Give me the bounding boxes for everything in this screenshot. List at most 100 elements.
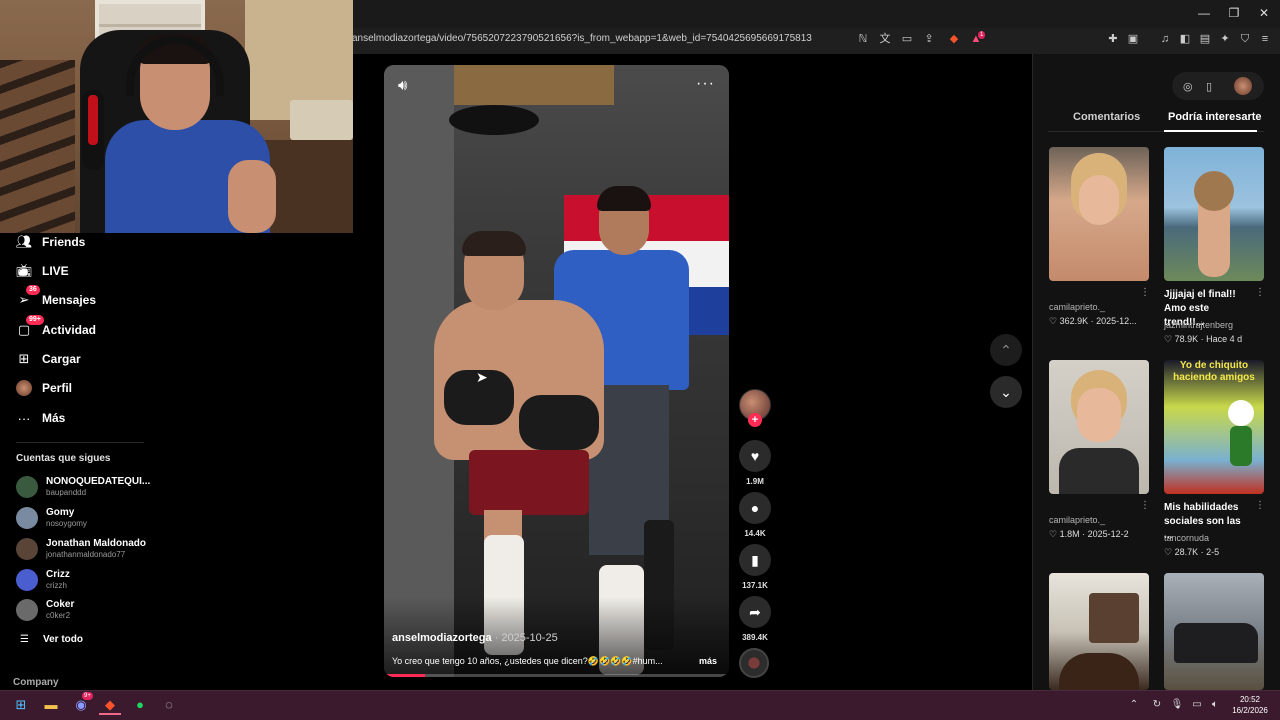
close-icon[interactable]: ✕ (1256, 6, 1272, 20)
video-player[interactable]: 🔊︎ ··· anselmodiazortega · 2025-10-25 Yo… (384, 65, 729, 677)
card-meta: ♡ 78.9K · Hace 4 d (1164, 334, 1243, 344)
card-likes: 78.9K (1174, 334, 1199, 344)
sidebar-item-perfil[interactable]: Perfil (16, 378, 72, 398)
card-username[interactable]: camilaprieto._ (1049, 515, 1105, 525)
thumbnail-overlay-text: Yo de chiquito haciendo amigos (1173, 360, 1255, 383)
mic-icon[interactable]: 🎙︎ (1168, 697, 1186, 713)
leo-ai-icon[interactable]: ✦ (1218, 32, 1232, 46)
sidebar-item-mensajes[interactable]: ➢ 36 Mensajes (16, 285, 96, 310)
card-more-icon[interactable]: ⋮ (1255, 500, 1265, 511)
app-icon[interactable]: ◌ (160, 697, 178, 713)
card-time: 2025-12... (1096, 316, 1137, 326)
video-thumbnail[interactable] (1049, 573, 1149, 690)
share-icon[interactable]: ⇪ (922, 32, 936, 46)
cast-icon[interactable]: ▭ (900, 32, 914, 46)
minimize-icon[interactable]: — (1196, 6, 1212, 20)
sync-icon[interactable]: ↻ (1148, 697, 1166, 713)
card-more-icon[interactable]: ⋮ (1140, 287, 1150, 298)
address-bar[interactable]: anselmodiazortega/video/7565207223790521… (352, 30, 992, 50)
messages-badge: 36 (26, 285, 40, 295)
following-account[interactable]: Crizz crizzh (16, 567, 70, 593)
heart-icon: ♥ (750, 448, 760, 464)
share-count: 389.4K (742, 633, 768, 642)
extensions-icon[interactable]: ✚ (1106, 32, 1120, 46)
video-progress-bar[interactable] (384, 674, 729, 677)
card-likes: 1.8M (1059, 529, 1080, 539)
see-all-link[interactable]: ☰ Ver todo (20, 634, 83, 645)
taskbar-clock[interactable]: 20:52 16/2/2026 (1226, 694, 1274, 716)
sidebar-item-label: Actividad (42, 323, 97, 337)
card-likes: 28.7K (1174, 547, 1199, 557)
card-time: Hace 4 d (1206, 334, 1243, 344)
vpn-icon[interactable]: ⛉ (1238, 32, 1252, 46)
sidebar-item-mas[interactable]: ··· Más (16, 408, 66, 428)
sidebar-item-actividad[interactable]: ▢ 99+ Actividad (16, 315, 97, 340)
video-author[interactable]: anselmodiazortega · 2025-10-25 (392, 632, 558, 644)
save-count: 137.1K (742, 581, 768, 590)
sidebar-item-live[interactable]: 📺︎ LIVE (16, 261, 69, 281)
account-name: Gomy (46, 507, 75, 518)
account-name: Coker (46, 599, 75, 610)
music-icon[interactable]: ♫ (1158, 32, 1172, 46)
video-thumbnail[interactable] (1049, 147, 1149, 281)
tray-chevron-icon[interactable]: ⌃ (1125, 697, 1143, 713)
next-video-button[interactable]: ⌄ (990, 376, 1022, 408)
account-name: NONOQUEDATEQUI... (46, 476, 151, 487)
card-username[interactable]: camilaprieto._ (1049, 302, 1105, 312)
video-thumbnail[interactable] (1164, 147, 1264, 281)
bookmark-icon: ▮ (751, 552, 759, 568)
previous-video-button[interactable]: ⌃ (990, 334, 1022, 366)
compass-icon[interactable]: ◎ (1183, 80, 1193, 93)
share-arrow-icon: ➦ (749, 604, 761, 620)
comment-button[interactable]: ● (739, 492, 771, 524)
restore-icon[interactable]: ❐ (1226, 6, 1242, 20)
user-avatar[interactable] (1234, 77, 1252, 95)
following-account[interactable]: Coker c0ker2 (16, 597, 74, 623)
music-disc[interactable] (739, 648, 769, 678)
network-icon[interactable]: ▭ (1188, 697, 1206, 713)
company-link[interactable]: Company (13, 677, 59, 688)
share-button[interactable]: ➦ (739, 596, 771, 628)
windows-start-icon[interactable]: ⊞ (12, 697, 30, 713)
speaker-icon[interactable]: 🔈︎ (1206, 697, 1224, 713)
reader-icon[interactable]: ℕ (856, 32, 870, 46)
spotify-icon[interactable]: ● (131, 697, 149, 713)
account-name: Crizz (46, 569, 70, 580)
sidebar-icon[interactable]: ◧ (1178, 32, 1192, 46)
file-explorer-icon[interactable]: ▬ (42, 697, 60, 713)
discord-badge: 9+ (82, 692, 93, 700)
sidebar-item-cargar[interactable]: ⊞ Cargar (16, 349, 81, 369)
messages-icon: ➢ 36 (16, 285, 40, 308)
following-title: Cuentas que sigues (16, 453, 111, 464)
brave-shield-icon[interactable]: ◆ (947, 32, 961, 46)
tab-comentarios[interactable]: Comentarios (1073, 111, 1140, 123)
card-username[interactable]: jazmintrajtenberg (1164, 320, 1233, 330)
menu-icon[interactable]: ≡ (1258, 32, 1272, 46)
device-icon[interactable]: ▯ (1206, 80, 1212, 93)
wallet-icon[interactable]: ▤ (1198, 32, 1212, 46)
video-thumbnail[interactable] (1049, 360, 1149, 494)
more-options-icon[interactable]: ··· (696, 75, 715, 93)
tab-podria-interesarte[interactable]: Podría interesarte (1168, 111, 1262, 123)
follow-plus-icon[interactable]: + (748, 413, 762, 427)
following-account[interactable]: NONOQUEDATEQUI... baupanddd (16, 474, 150, 500)
like-button[interactable]: ♥ (739, 440, 771, 472)
following-account[interactable]: Gomy nosoygomy (16, 505, 87, 531)
card-username[interactable]: tancornuda (1164, 533, 1209, 543)
brave-browser-icon[interactable]: ◆ (101, 697, 119, 713)
following-account[interactable]: Jonathan Maldonado jonathanmaldonado77 (16, 536, 146, 562)
windows-taskbar (0, 690, 1280, 720)
card-more-icon[interactable]: ⋮ (1140, 500, 1150, 511)
caption-more-link[interactable]: más (699, 656, 717, 666)
sidebar-item-friends[interactable]: 👥︎ Friends (16, 232, 86, 252)
video-beam (454, 65, 614, 105)
save-button[interactable]: ▮ (739, 544, 771, 576)
volume-icon[interactable]: 🔊︎ (398, 77, 407, 94)
activity-icon: ▢ 99+ (16, 315, 44, 338)
card-more-icon[interactable]: ⋮ (1255, 287, 1265, 298)
video-thumbnail[interactable]: Yo de chiquito haciendo amigos (1164, 360, 1264, 494)
video-thumbnail[interactable] (1164, 573, 1264, 690)
translate-icon[interactable]: 文 (878, 32, 892, 46)
card-meta: ♡ 362.9K · 2025-12... (1049, 316, 1137, 326)
screenshot-icon[interactable]: ▣ (1126, 32, 1140, 46)
